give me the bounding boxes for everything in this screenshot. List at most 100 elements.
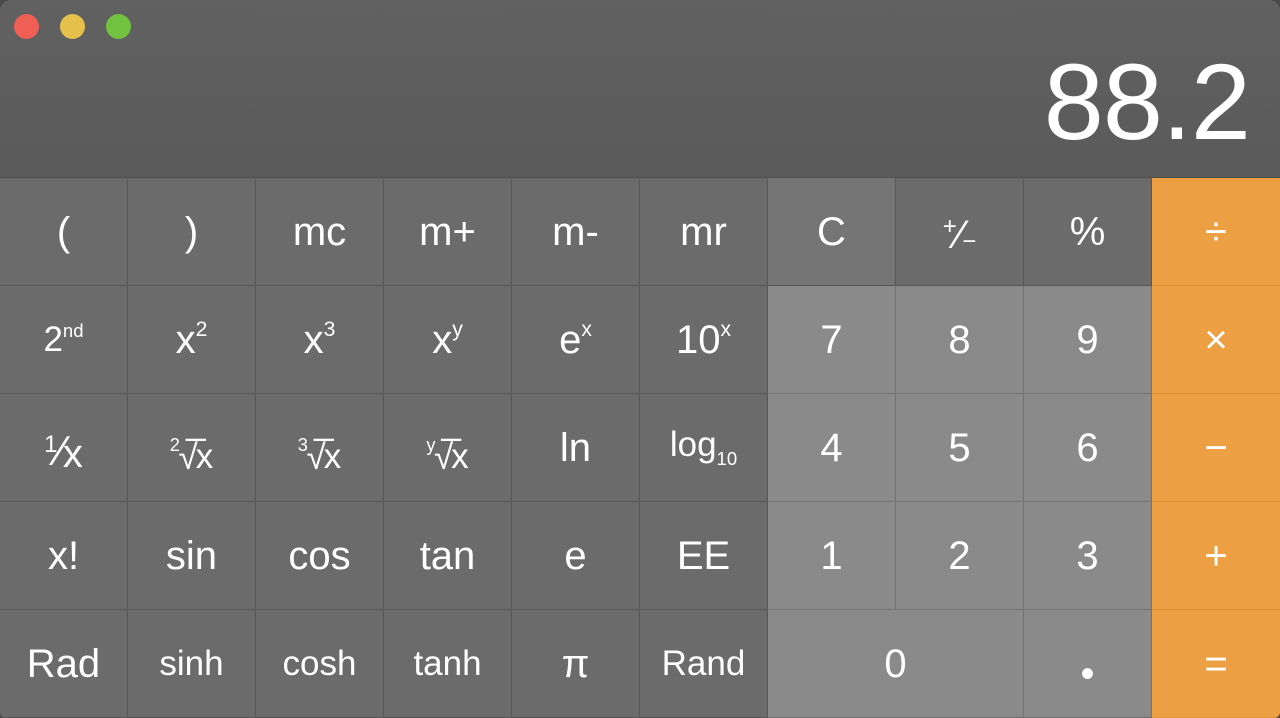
key-digit-1[interactable]: 1 xyxy=(768,502,896,610)
key-percent[interactable]: % xyxy=(1024,178,1152,286)
key-sign-toggle[interactable]: + ⁄ − xyxy=(896,178,1024,286)
calculator-display: 88.2 xyxy=(1043,41,1251,162)
key-subtract[interactable]: − xyxy=(1152,394,1280,502)
key-label-ln: ln xyxy=(559,425,592,470)
key-digit-6[interactable]: 6 xyxy=(1024,394,1152,502)
key-label-multiply: × xyxy=(1204,317,1228,362)
key-label-euler: e xyxy=(564,533,587,578)
key-label-paren-close: ) xyxy=(184,209,199,254)
key-digit-0[interactable]: 0 xyxy=(768,610,1024,718)
key-power-xy[interactable]: xy xyxy=(384,286,512,394)
key-label-sqrt-2: 2 √̅x xyxy=(169,435,214,477)
key-label-digit-7: 7 xyxy=(820,317,843,362)
key-label-digit-4: 4 xyxy=(820,425,843,470)
key-label-memory-add: m+ xyxy=(419,209,476,254)
key-label-cube: x3 xyxy=(303,317,336,362)
key-cosh[interactable]: cosh xyxy=(256,610,384,718)
key-label-pi: π xyxy=(561,641,590,686)
key-square[interactable]: x2 xyxy=(128,286,256,394)
key-ee[interactable]: EE xyxy=(640,502,768,610)
key-reciprocal[interactable]: 1 ⁄ x xyxy=(0,394,128,502)
key-equals[interactable]: = xyxy=(1152,610,1280,718)
key-tanh[interactable]: tanh xyxy=(384,610,512,718)
key-label-percent: % xyxy=(1069,209,1106,254)
key-label-digit-5: 5 xyxy=(948,425,971,470)
key-rad[interactable]: Rad xyxy=(0,610,128,718)
key-cos[interactable]: cos xyxy=(256,502,384,610)
key-divide[interactable]: ÷ xyxy=(1152,178,1280,286)
key-label-log10: log10 xyxy=(669,425,738,469)
key-label-subtract: − xyxy=(1204,425,1228,470)
key-digit-4[interactable]: 4 xyxy=(768,394,896,502)
key-memory-add[interactable]: m+ xyxy=(384,178,512,286)
key-label-sin: sin xyxy=(165,533,218,578)
key-label-divide: ÷ xyxy=(1205,209,1227,254)
key-label-digit-2: 2 xyxy=(948,533,971,578)
key-label-digit-9: 9 xyxy=(1076,317,1099,362)
close-window-button[interactable] xyxy=(14,14,39,39)
key-label-tanh: tanh xyxy=(413,644,482,683)
key-cube[interactable]: x3 xyxy=(256,286,384,394)
key-label-cosh: cosh xyxy=(282,644,357,683)
key-label-ee: EE xyxy=(676,533,731,578)
key-label-sqrt-y: y √̅x xyxy=(426,435,469,477)
key-digit-2[interactable]: 2 xyxy=(896,502,1024,610)
traffic-lights xyxy=(14,14,131,39)
key-decimal[interactable]: • xyxy=(1024,610,1152,718)
key-label-digit-1: 1 xyxy=(820,533,843,578)
key-label-factorial: x! xyxy=(47,533,80,578)
key-paren-open[interactable]: ( xyxy=(0,178,128,286)
zoom-window-button[interactable] xyxy=(106,14,131,39)
key-label-digit-0: 0 xyxy=(884,641,907,686)
key-exp-ten[interactable]: 10x xyxy=(640,286,768,394)
key-sinh[interactable]: sinh xyxy=(128,610,256,718)
key-log10[interactable]: log10 xyxy=(640,394,768,502)
key-sqrt-3[interactable]: 3 √̅x xyxy=(256,394,384,502)
key-label-memory-sub: m- xyxy=(552,209,599,254)
window-titlebar: 88.2 xyxy=(0,0,1280,178)
key-factorial[interactable]: x! xyxy=(0,502,128,610)
key-tan[interactable]: tan xyxy=(384,502,512,610)
key-pi[interactable]: π xyxy=(512,610,640,718)
calculator-keypad: () mc m+ m-mr C + ⁄ −% ÷ 2nd x2 x3 xy ex 10x 7 8 9 × 1 ⁄ x 2 √̅… xyxy=(0,178,1280,718)
key-memory-sub[interactable]: m- xyxy=(512,178,640,286)
key-clear[interactable]: C xyxy=(768,178,896,286)
key-ln[interactable]: ln xyxy=(512,394,640,502)
key-add[interactable]: + xyxy=(1152,502,1280,610)
key-sin[interactable]: sin xyxy=(128,502,256,610)
key-paren-close[interactable]: ) xyxy=(128,178,256,286)
key-label-memory-clear: mc xyxy=(292,209,347,254)
key-label-tan: tan xyxy=(419,533,476,578)
key-label-clear: C xyxy=(817,209,846,254)
key-label-sign-toggle: + ⁄ − xyxy=(942,212,977,257)
key-label-add: + xyxy=(1204,533,1228,578)
key-second[interactable]: 2nd xyxy=(0,286,128,394)
key-digit-5[interactable]: 5 xyxy=(896,394,1024,502)
key-exp-e[interactable]: ex xyxy=(512,286,640,394)
key-label-cos: cos xyxy=(288,533,351,578)
key-label-digit-6: 6 xyxy=(1076,425,1099,470)
key-label-exp-ten: 10x xyxy=(675,317,732,362)
key-digit-7[interactable]: 7 xyxy=(768,286,896,394)
key-label-reciprocal: 1 ⁄ x xyxy=(44,426,83,476)
key-label-digit-8: 8 xyxy=(948,317,971,362)
key-sqrt-y[interactable]: y √̅x xyxy=(384,394,512,502)
key-rand[interactable]: Rand xyxy=(640,610,768,718)
key-label-rad: Rad xyxy=(26,641,101,686)
minimize-window-button[interactable] xyxy=(60,14,85,39)
key-label-power-xy: xy xyxy=(432,317,463,362)
key-multiply[interactable]: × xyxy=(1152,286,1280,394)
key-label-sqrt-3: 3 √̅x xyxy=(297,435,342,477)
key-digit-9[interactable]: 9 xyxy=(1024,286,1152,394)
key-label-paren-open: ( xyxy=(56,209,71,254)
key-sqrt-2[interactable]: 2 √̅x xyxy=(128,394,256,502)
key-label-decimal: • xyxy=(1080,651,1095,696)
calculator-window: 88.2 () mc m+ m-mr C + ⁄ −% ÷ 2nd x2 x3 xy ex 10x 7 8 9 × 1… xyxy=(0,0,1280,718)
key-memory-clear[interactable]: mc xyxy=(256,178,384,286)
key-euler[interactable]: e xyxy=(512,502,640,610)
key-digit-3[interactable]: 3 xyxy=(1024,502,1152,610)
key-label-memory-recall: mr xyxy=(680,209,727,254)
key-memory-recall[interactable]: mr xyxy=(640,178,768,286)
key-digit-8[interactable]: 8 xyxy=(896,286,1024,394)
key-label-digit-3: 3 xyxy=(1076,533,1099,578)
